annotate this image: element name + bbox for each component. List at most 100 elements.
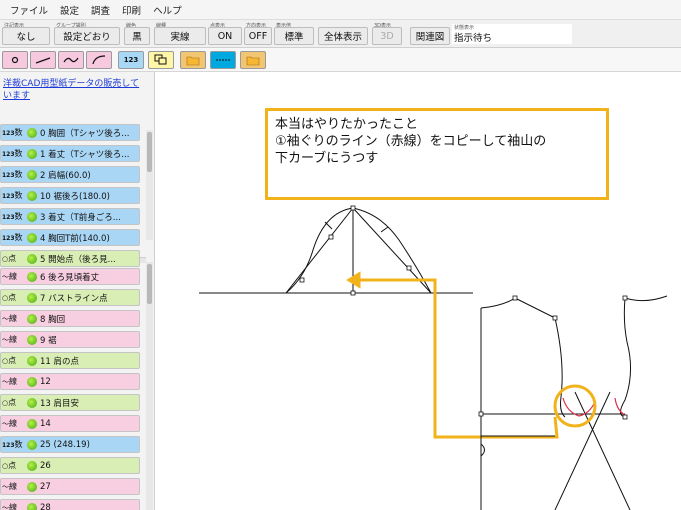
drawing-canvas[interactable]: 本当はやりたかったこと ①袖ぐりのライン（赤線）をコピーして袖山の 下カーブにう… <box>155 72 681 510</box>
arc-tool-button[interactable] <box>86 51 112 69</box>
item-label: 13 肩目安 <box>40 398 80 409</box>
visibility-dot-icon[interactable] <box>27 460 37 471</box>
list-item[interactable]: ○点 13 肩目安 <box>0 394 140 411</box>
visibility-dot-icon[interactable] <box>27 376 37 387</box>
related-figure-button[interactable]: 関連図 <box>410 27 450 45</box>
list-item[interactable]: 〜線 8 胸回 <box>0 310 140 327</box>
item-kind-label: 点 <box>8 398 17 407</box>
point-display-button[interactable]: ON <box>208 27 242 45</box>
visibility-dot-icon[interactable] <box>27 253 37 264</box>
item-kind: 123数 <box>1 169 27 180</box>
item-kind-label: 数 <box>14 440 23 449</box>
menu-survey[interactable]: 調査 <box>85 3 116 17</box>
list-item[interactable]: 123数 3 着丈（T前身ごろ... <box>0 208 140 225</box>
number-icon: 123 <box>2 442 15 449</box>
straight-line-tool-button[interactable] <box>30 51 56 69</box>
list-scrollbar-lower[interactable] <box>146 262 153 510</box>
visibility-dot-icon[interactable] <box>27 271 37 282</box>
annotation-line-3: 下カーブにうつす <box>275 151 379 166</box>
notch-curve <box>480 443 485 457</box>
folder-icon <box>246 56 260 65</box>
list-item[interactable]: 〜線 6 後ろ見頃着丈 <box>0 268 140 285</box>
item-label: 5 開始点（後ろ見... <box>40 254 116 265</box>
visibility-dot-icon[interactable] <box>27 169 37 180</box>
list-item[interactable]: 123数 4 胸回T前(140.0) <box>0 229 140 246</box>
visibility-dot-icon[interactable] <box>27 418 37 429</box>
number-icon: 123 <box>2 151 15 158</box>
menu-help[interactable]: ヘルプ <box>147 3 188 17</box>
line-type-control: 線種 実線 <box>154 22 206 46</box>
number-icon: 123 <box>123 56 139 64</box>
zoom-button[interactable]: 標準 <box>274 27 314 45</box>
item-label: 2 肩幅(60.0) <box>40 170 91 181</box>
number-icon: 123 <box>2 130 15 137</box>
visibility-dot-icon[interactable] <box>27 439 37 450</box>
number-tool-button[interactable]: 123 <box>118 51 144 69</box>
list-item[interactable]: 〜線 9 裾 <box>0 331 140 348</box>
visibility-dot-icon[interactable] <box>27 211 37 222</box>
direction-display-button[interactable]: OFF <box>244 27 272 45</box>
menu-file[interactable]: ファイル <box>4 3 54 17</box>
item-kind-label: 数 <box>14 128 23 137</box>
promo-link[interactable]: 洋裁CAD用型紙データの販売しています <box>3 78 143 102</box>
item-label: 28 <box>40 502 51 510</box>
visibility-dot-icon[interactable] <box>27 313 37 324</box>
list-item[interactable]: ○点 26 <box>0 457 140 474</box>
list-item[interactable]: 123数 25 (248.19) <box>0 436 140 453</box>
group-id-control: グループ識別 設定どおり <box>54 22 120 46</box>
visibility-dot-icon[interactable] <box>27 355 37 366</box>
item-label: 27 <box>40 481 51 492</box>
line-type-button[interactable]: 実線 <box>154 27 206 45</box>
group-id-button[interactable]: 設定どおり <box>54 27 120 45</box>
list-item[interactable]: 〜線 12 <box>0 373 140 390</box>
fit-all-button[interactable]: 全体表示 <box>318 27 368 45</box>
curve-tool-button[interactable] <box>58 51 84 69</box>
folder-tool-button[interactable] <box>180 51 206 69</box>
item-kind-label: 数 <box>14 212 23 221</box>
line-color-button[interactable]: 黒 <box>124 27 150 45</box>
visibility-dot-icon[interactable] <box>27 481 37 492</box>
list-item[interactable]: ○点 11 肩の点 <box>0 352 140 369</box>
front-armhole-line <box>620 297 631 418</box>
visibility-dot-icon[interactable] <box>27 127 37 138</box>
list-scrollbar-upper[interactable] <box>146 130 153 240</box>
group-tool-button[interactable] <box>148 51 174 69</box>
open-folder-tool-button[interactable] <box>240 51 266 69</box>
item-label: 3 着丈（T前身ごろ... <box>40 212 121 223</box>
scroll-thumb[interactable] <box>147 264 152 304</box>
visibility-dot-icon[interactable] <box>27 397 37 408</box>
list-item[interactable]: 123数 0 胸囲（Tシャツ後ろ... <box>0 124 140 141</box>
list-item[interactable]: 123数 10 裾後ろ(180.0) <box>0 187 140 204</box>
item-kind-label: 線 <box>9 314 17 323</box>
list-item[interactable]: 〜線 28 <box>0 499 140 510</box>
visibility-dot-icon[interactable] <box>27 334 37 345</box>
visibility-dot-icon[interactable] <box>27 292 37 303</box>
annotation-display-button[interactable]: なし <box>2 27 50 45</box>
point-tool-button[interactable] <box>2 51 28 69</box>
scroll-thumb[interactable] <box>147 132 152 172</box>
visibility-dot-icon[interactable] <box>27 190 37 201</box>
item-label: 10 裾後ろ(180.0) <box>40 191 110 202</box>
list-item[interactable]: 〜線 14 <box>0 415 140 432</box>
list-item[interactable]: ○点 7 バストライン点 <box>0 289 140 306</box>
line-icon: 〜 <box>2 378 9 386</box>
visibility-dot-icon[interactable] <box>27 232 37 243</box>
item-kind: ○点 <box>1 397 27 408</box>
3d-display-control: 3D表示 3D <box>372 22 402 46</box>
measure-tool-button[interactable] <box>210 51 236 69</box>
item-kind-label: 線 <box>9 419 17 428</box>
menu-settings[interactable]: 設定 <box>54 3 85 17</box>
list-item[interactable]: 123数 2 肩幅(60.0) <box>0 166 140 183</box>
3d-button[interactable]: 3D <box>372 27 402 45</box>
visibility-dot-icon[interactable] <box>27 502 37 510</box>
list-item[interactable]: 123数 1 着丈（Tシャツ後ろ... <box>0 145 140 162</box>
item-label: 1 着丈（Tシャツ後ろ... <box>40 149 130 160</box>
visibility-dot-icon[interactable] <box>27 148 37 159</box>
list-item[interactable]: ○点 5 開始点（後ろ見... <box>0 250 140 267</box>
item-kind-label: 線 <box>9 272 17 281</box>
menu-print[interactable]: 印刷 <box>116 3 147 17</box>
tool-row: 123 <box>0 48 681 72</box>
group-icon <box>154 54 167 65</box>
list-item[interactable]: 〜線 27 <box>0 478 140 495</box>
item-label: 7 バストライン点 <box>40 293 108 304</box>
